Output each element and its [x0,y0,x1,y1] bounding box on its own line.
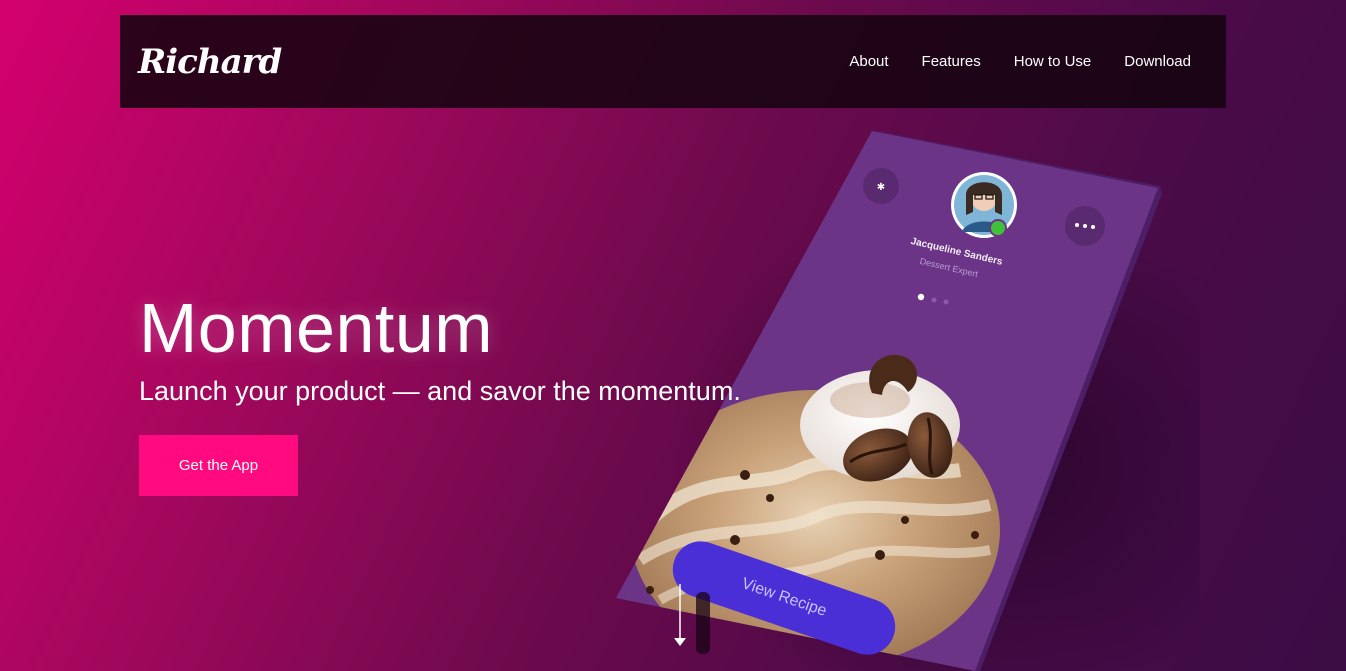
nav-link-download[interactable]: Download [1124,53,1191,70]
nav-link-about[interactable]: About [849,53,888,70]
brand-name: Richard [138,41,282,82]
nav-link-how-to-use[interactable]: How to Use [1014,53,1092,70]
top-navbar: Richard About Features How to Use Downlo… [120,15,1226,108]
nav-link-features[interactable]: Features [922,53,981,70]
nav-links: About Features How to Use Download [849,53,1191,70]
brand-logo[interactable]: Richard [138,32,282,92]
hero-title: Momentum [139,289,494,367]
hero-subtitle: Launch your product — and savor the mome… [139,376,741,406]
scroll-down-arrow-icon[interactable] [672,582,712,662]
get-the-app-button[interactable]: Get the App [139,435,298,496]
hero-section: Momentum Launch your product — and savor… [139,288,741,407]
